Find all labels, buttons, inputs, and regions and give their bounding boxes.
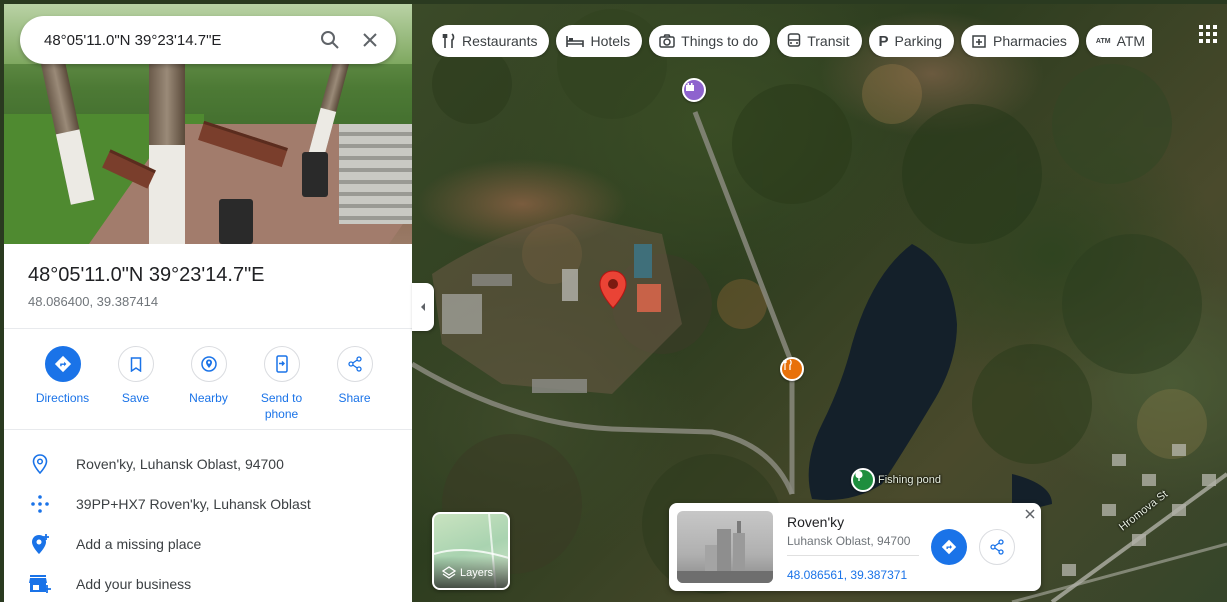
card-divider: [787, 555, 919, 556]
museum-marker[interactable]: [682, 78, 706, 102]
chip-label: Transit: [807, 33, 850, 49]
building-photo: [677, 521, 773, 583]
maps-window: Fishing pond Hromova St Restaurants Hote…: [0, 0, 1227, 602]
share-icon: [347, 356, 362, 372]
bus-icon: [787, 33, 801, 49]
apps-grid-icon[interactable]: [1198, 24, 1218, 44]
pharmacy-icon: [971, 33, 987, 49]
search-box[interactable]: 48°05'11.0"N 39°23'14.7"E: [20, 16, 396, 64]
restaurant-marker[interactable]: [780, 357, 804, 381]
add-missing-place-text: Add a missing place: [76, 536, 202, 552]
chip-label: Parking: [894, 33, 942, 49]
share-icon: [990, 539, 1004, 555]
save-circle: [117, 346, 154, 382]
bed-icon: [566, 34, 585, 48]
address-row[interactable]: Roven'ky, Luhansk Oblast, 94700: [4, 444, 412, 484]
card-place-subtitle: Luhansk Oblast, 94700: [787, 534, 911, 548]
action-label: Send to phone: [260, 391, 303, 421]
parking-icon: P: [878, 32, 889, 50]
fishing-pond-label[interactable]: Fishing pond: [878, 474, 941, 486]
chip-transit[interactable]: Transit: [777, 25, 862, 57]
layers-button[interactable]: Layers: [432, 512, 510, 590]
send-to-phone-button[interactable]: Send to phone: [245, 346, 318, 422]
chip-label: Pharmacies: [993, 33, 1067, 49]
plus-code-row[interactable]: 39PP+HX7 Roven'ky, Luhansk Oblast: [4, 484, 412, 524]
chip-restaurants[interactable]: Restaurants: [432, 25, 550, 57]
chip-atm[interactable]: ATM ATM: [1085, 25, 1152, 57]
action-label: Nearby: [189, 391, 228, 405]
send-to-phone-circle: [263, 346, 300, 382]
add-business-text: Add your business: [76, 576, 192, 592]
plus-code-icon: [28, 492, 52, 516]
nearby-circle: [190, 346, 227, 382]
chip-hotels[interactable]: Hotels: [556, 25, 643, 57]
search-icon: [321, 31, 339, 49]
place-info-list: Roven'ky, Luhansk Oblast, 94700 39PP+HX7…: [4, 444, 412, 602]
add-place-icon: [28, 532, 52, 556]
card-close-button[interactable]: [1023, 507, 1037, 521]
fishing-pond-marker[interactable]: [851, 468, 875, 492]
chip-label: Restaurants: [462, 33, 538, 49]
chip-label: Hotels: [590, 33, 631, 49]
location-pin-marker[interactable]: [598, 270, 628, 310]
atm-icon: ATM: [1095, 37, 1111, 45]
directions-icon: [941, 539, 957, 555]
add-business-icon: [28, 572, 52, 596]
fork-knife-icon: [783, 359, 792, 370]
card-coordinates-link[interactable]: 48.086561, 39.387371: [787, 568, 907, 582]
search-button[interactable]: [310, 20, 350, 60]
castle-icon: [686, 83, 694, 91]
directions-icon: [54, 355, 71, 373]
share-button[interactable]: Share: [318, 346, 391, 406]
chip-label: ATM: [1116, 33, 1146, 49]
layers-label: Layers: [460, 567, 494, 579]
decimal-coordinates: 48.086400, 39.387414: [28, 294, 159, 309]
card-place-name: Roven'ky: [787, 514, 845, 530]
add-missing-place-row[interactable]: Add a missing place: [4, 524, 412, 564]
save-button[interactable]: Save: [99, 346, 172, 406]
nearby-icon: [200, 356, 217, 372]
category-chips: Restaurants Hotels Things to do Transit …: [432, 25, 1152, 57]
page-title: 48°05'11.0"N 39°23'14.7"E: [28, 264, 265, 286]
side-panel: 48°05'11.0"N 39°23'14.7"E 48°05'11.0"N 3…: [4, 4, 412, 602]
share-circle: [336, 346, 373, 382]
bookmark-icon: [130, 356, 141, 372]
plus-code-text: 39PP+HX7 Roven'ky, Luhansk Oblast: [76, 496, 311, 512]
chip-label: Things to do: [681, 33, 759, 49]
action-label: Share: [338, 391, 371, 405]
address-text: Roven'ky, Luhansk Oblast, 94700: [76, 456, 284, 472]
tree-icon: [855, 471, 863, 481]
chevron-left-icon: [421, 303, 425, 311]
close-icon: [1025, 509, 1035, 519]
layers-label-row: Layers: [442, 566, 493, 580]
chip-parking[interactable]: P Parking: [868, 25, 954, 57]
photo-stairs: [339, 124, 412, 224]
photo-bin: [219, 199, 253, 244]
card-share-button[interactable]: [979, 529, 1015, 565]
collapse-panel-button[interactable]: [412, 283, 434, 331]
close-icon: [363, 33, 377, 47]
search-input[interactable]: 48°05'11.0"N 39°23'14.7"E: [44, 32, 310, 49]
place-card[interactable]: Roven'ky Luhansk Oblast, 94700 48.086561…: [669, 503, 1041, 591]
chip-things-to-do[interactable]: Things to do: [649, 25, 771, 57]
camera-icon: [659, 34, 675, 48]
photo-bin: [302, 152, 328, 197]
send-to-phone-icon: [275, 355, 288, 373]
directions-button[interactable]: Directions: [26, 346, 99, 406]
nearby-button[interactable]: Nearby: [172, 346, 245, 406]
place-thumbnail[interactable]: [677, 511, 773, 583]
place-header: 48°05'11.0"N 39°23'14.7"E 48.086400, 39.…: [4, 244, 412, 329]
location-pin-icon: [28, 452, 52, 476]
add-business-row[interactable]: Add your business: [4, 564, 412, 602]
action-label: Save: [121, 391, 150, 405]
action-label: Directions: [35, 391, 90, 405]
card-directions-button[interactable]: [931, 529, 967, 565]
clear-search-button[interactable]: [350, 20, 390, 60]
directions-circle: [44, 346, 81, 382]
fork-knife-icon: [442, 33, 456, 49]
layers-icon: [442, 566, 456, 579]
chip-pharmacies[interactable]: Pharmacies: [961, 25, 1079, 57]
action-buttons: Directions Save Nearby Send to phone Sha…: [4, 330, 412, 430]
